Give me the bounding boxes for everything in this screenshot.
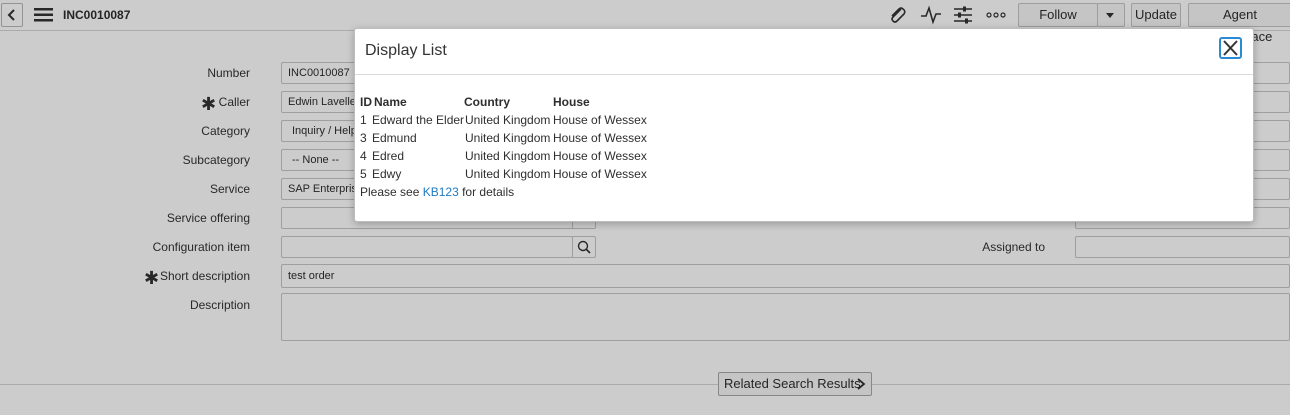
dialog-footer-note: Please see KB123 for details — [360, 185, 514, 199]
column-header-house: House — [553, 95, 590, 109]
cell-id: 4 — [360, 149, 367, 163]
cell-house: House of Wessex — [553, 131, 647, 145]
cell-country: United Kingdom — [465, 167, 551, 181]
cell-house: House of Wessex — [553, 149, 647, 163]
column-header-country: Country — [464, 95, 510, 109]
cell-name: Edward the Elder — [372, 113, 465, 127]
dialog-title: Display List — [365, 42, 447, 59]
footer-prefix-text: Please see — [360, 185, 420, 199]
cell-house: House of Wessex — [553, 113, 647, 127]
cell-id: 5 — [360, 167, 367, 181]
cell-id: 3 — [360, 131, 367, 145]
dialog-header: Display List — [355, 29, 1253, 75]
cell-country: United Kingdom — [465, 149, 551, 163]
cell-house: House of Wessex — [553, 167, 647, 181]
footer-suffix-text: for details — [462, 185, 515, 199]
cell-country: United Kingdom — [465, 131, 551, 145]
column-header-id: ID — [360, 95, 372, 109]
cell-id: 1 — [360, 113, 367, 127]
close-button[interactable] — [1219, 37, 1242, 59]
column-header-name: Name — [374, 95, 407, 109]
kb-article-link[interactable]: KB123 — [423, 185, 459, 199]
display-list-dialog: Display List ID Name Country House 1 Edw… — [354, 28, 1254, 222]
cell-country: United Kingdom — [465, 113, 551, 127]
cell-name: Edwy — [372, 167, 402, 181]
close-icon — [1223, 40, 1238, 56]
cell-name: Edmund — [372, 131, 417, 145]
cell-name: Edred — [372, 149, 405, 163]
